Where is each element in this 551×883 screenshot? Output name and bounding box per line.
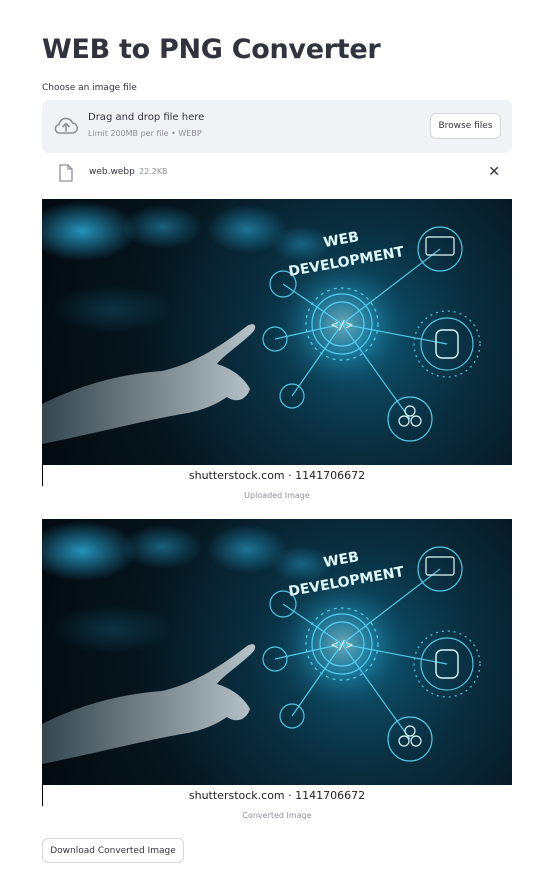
file-name: web.webp xyxy=(89,167,135,177)
image-edge-line xyxy=(42,465,43,486)
app-page: WEB to PNG Converter Choose an image fil… xyxy=(0,0,551,883)
dropzone-limit: Limit 200MB per file • WEBP xyxy=(88,129,202,138)
image-watermark: shutterstock.com · 1141706672 xyxy=(42,465,512,486)
image-heading-top: WEB xyxy=(322,229,360,251)
browse-files-button[interactable]: Browse files xyxy=(430,113,501,139)
download-converted-image-button[interactable]: Download Converted Image xyxy=(42,838,184,863)
web-development-illustration: </> WEB DEVELOPMENT xyxy=(42,201,481,444)
image-edge-line xyxy=(42,785,43,806)
svg-text:</>: </> xyxy=(331,318,353,332)
uploaded-image: </> WEB DEVELOPMENT xyxy=(42,199,512,465)
image-heading-top: WEB xyxy=(322,549,360,571)
close-icon[interactable]: ✕ xyxy=(488,165,500,179)
image-watermark: shutterstock.com · 1141706672 xyxy=(42,785,512,806)
page-title: WEB to PNG Converter xyxy=(42,34,381,65)
web-development-illustration: </> WEB DEVELOPMENT xyxy=(42,521,481,764)
file-dropzone[interactable]: Drag and drop file here Limit 200MB per … xyxy=(42,100,512,153)
converted-image: </> WEB DEVELOPMENT xyxy=(42,519,512,785)
uploaded-file-row: web.webp 22.2KB ✕ xyxy=(42,158,512,188)
converted-image-block: </> WEB DEVELOPMENT shutterstock.com · 1… xyxy=(42,519,512,820)
cloud-upload-icon xyxy=(54,117,79,134)
svg-text:</>: </> xyxy=(331,638,353,652)
dropzone-title: Drag and drop file here xyxy=(88,112,205,123)
uploaded-image-block: </> WEB DEVELOPMENT shutterstock.com · 1… xyxy=(42,199,512,500)
converted-image-caption: Converted Image xyxy=(242,811,312,820)
uploader-label: Choose an image file xyxy=(42,83,137,93)
uploaded-image-caption: Uploaded Image xyxy=(244,491,310,500)
file-icon xyxy=(59,164,73,182)
file-size: 22.2KB xyxy=(139,167,168,176)
